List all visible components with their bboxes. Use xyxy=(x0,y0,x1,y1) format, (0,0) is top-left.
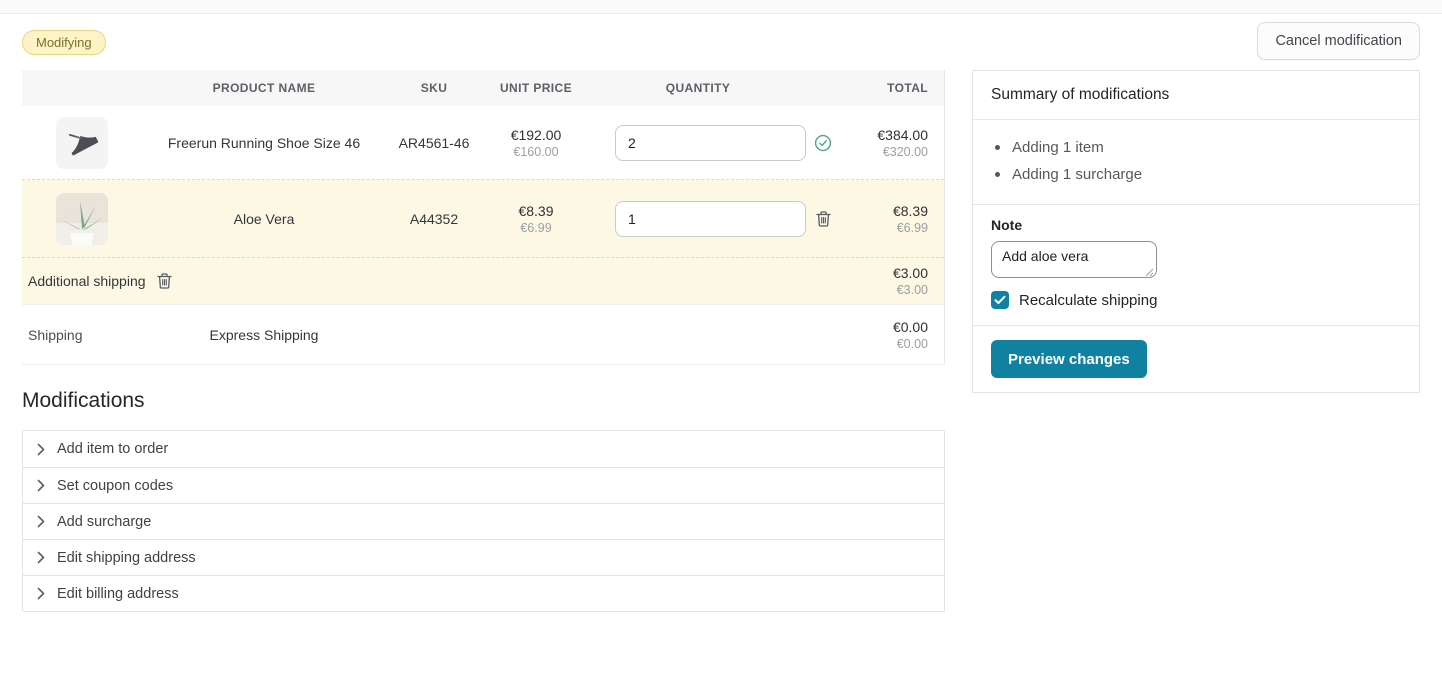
surcharge-label: Additional shipping xyxy=(28,273,146,289)
summary-title: Summary of modifications xyxy=(973,71,1419,120)
row-total-net: €6.99 xyxy=(840,221,928,235)
product-sku: A44352 xyxy=(386,211,482,227)
recalculate-label: Recalculate shipping xyxy=(1019,292,1157,309)
quantity-input[interactable] xyxy=(615,125,806,161)
shipping-method: Express Shipping xyxy=(142,327,386,343)
order-items-section: PRODUCT NAME SKU UNIT PRICE QUANTITY TOT… xyxy=(22,70,945,612)
row-total-gross: €8.39 xyxy=(840,203,928,219)
accordion-label: Edit billing address xyxy=(57,586,179,602)
header-product-name: PRODUCT NAME xyxy=(142,81,386,95)
header-sku: SKU xyxy=(386,81,482,95)
table-header-row: PRODUCT NAME SKU UNIT PRICE QUANTITY TOT… xyxy=(22,70,944,106)
unit-price-net: €160.00 xyxy=(482,145,590,159)
shipping-total-net: €0.00 xyxy=(657,337,928,351)
chevron-right-icon xyxy=(37,443,45,456)
shipping-total-gross: €0.00 xyxy=(657,319,928,335)
trash-icon[interactable] xyxy=(156,272,173,290)
summary-of-modifications-card: Summary of modifications Adding 1 item A… xyxy=(972,70,1420,393)
header-unit-price: UNIT PRICE xyxy=(482,81,590,95)
table-row-aloe-vera: Aloe Vera A44352 €8.39 €6.99 €8.39 €6.99 xyxy=(22,180,944,258)
bullet-text: Adding 1 item xyxy=(1012,139,1104,156)
product-image-shoe xyxy=(56,117,108,169)
surcharge-total-net: €3.00 xyxy=(886,283,928,297)
product-sku: AR4561-46 xyxy=(386,135,482,151)
recalculate-checkbox[interactable] xyxy=(991,291,1009,309)
accordion-label: Set coupon codes xyxy=(57,478,173,494)
accordion-set-coupon-codes[interactable]: Set coupon codes xyxy=(23,467,944,503)
chevron-right-icon xyxy=(37,515,45,528)
table-row-shipping: Shipping Express Shipping €0.00 €0.00 xyxy=(22,305,944,365)
note-textarea[interactable]: Add aloe vera xyxy=(991,241,1157,278)
accordion-add-surcharge[interactable]: Add surcharge xyxy=(23,503,944,539)
summary-bullet-list: Adding 1 item Adding 1 surcharge xyxy=(973,120,1419,205)
unit-price-net: €6.99 xyxy=(482,221,590,235)
aloe-plant-icon xyxy=(56,193,108,245)
accordion-label: Add surcharge xyxy=(57,514,151,530)
unit-price-gross: €8.39 xyxy=(482,203,590,219)
trash-icon[interactable] xyxy=(815,210,832,228)
checkmark-icon xyxy=(994,295,1006,305)
row-total-gross: €384.00 xyxy=(840,127,928,143)
table-row-surcharge: Additional shipping €3.00 €3.00 xyxy=(22,258,944,305)
bullet-dot xyxy=(995,172,1000,177)
chevron-right-icon xyxy=(37,479,45,492)
table-row-shoe: Freerun Running Shoe Size 46 AR4561-46 €… xyxy=(22,106,944,180)
preview-changes-button[interactable]: Preview changes xyxy=(991,340,1147,378)
bullet-text: Adding 1 surcharge xyxy=(1012,166,1142,183)
product-name: Aloe Vera xyxy=(142,211,386,227)
accordion-label: Edit shipping address xyxy=(57,550,196,566)
chevron-right-icon xyxy=(37,551,45,564)
recalculate-shipping-row[interactable]: Recalculate shipping xyxy=(991,291,1401,309)
accordion-edit-shipping-address[interactable]: Edit shipping address xyxy=(23,539,944,575)
shipping-label: Shipping xyxy=(22,327,142,343)
product-image-aloe xyxy=(56,193,108,245)
surcharge-total-gross: €3.00 xyxy=(886,265,928,281)
note-label: Note xyxy=(991,217,1401,233)
quantity-input[interactable] xyxy=(615,201,806,237)
sneaker-icon xyxy=(60,121,104,165)
accordion-label: Add item to order xyxy=(57,441,168,457)
summary-bullet-item: Adding 1 surcharge xyxy=(995,161,1401,188)
unit-price-gross: €192.00 xyxy=(482,127,590,143)
accordion-edit-billing-address[interactable]: Edit billing address xyxy=(23,575,944,611)
header-quantity: QUANTITY xyxy=(590,81,806,95)
chevron-right-icon xyxy=(37,587,45,600)
product-name: Freerun Running Shoe Size 46 xyxy=(142,135,386,151)
order-items-table: PRODUCT NAME SKU UNIT PRICE QUANTITY TOT… xyxy=(22,70,945,365)
note-section: Note Add aloe vera Recalculate shipping xyxy=(973,205,1419,326)
header-total: TOTAL xyxy=(840,81,944,95)
bullet-dot xyxy=(995,145,1000,150)
top-bar xyxy=(0,0,1442,14)
check-circle-icon xyxy=(814,134,832,152)
cancel-modification-button[interactable]: Cancel modification xyxy=(1257,22,1420,60)
summary-bullet-item: Adding 1 item xyxy=(995,134,1401,161)
accordion-add-item-to-order[interactable]: Add item to order xyxy=(23,431,944,467)
status-badge: Modifying xyxy=(22,30,106,55)
modifications-accordion: Add item to order Set coupon codes Add s… xyxy=(22,430,945,612)
modifications-title: Modifications xyxy=(22,389,945,413)
row-total-net: €320.00 xyxy=(840,145,928,159)
